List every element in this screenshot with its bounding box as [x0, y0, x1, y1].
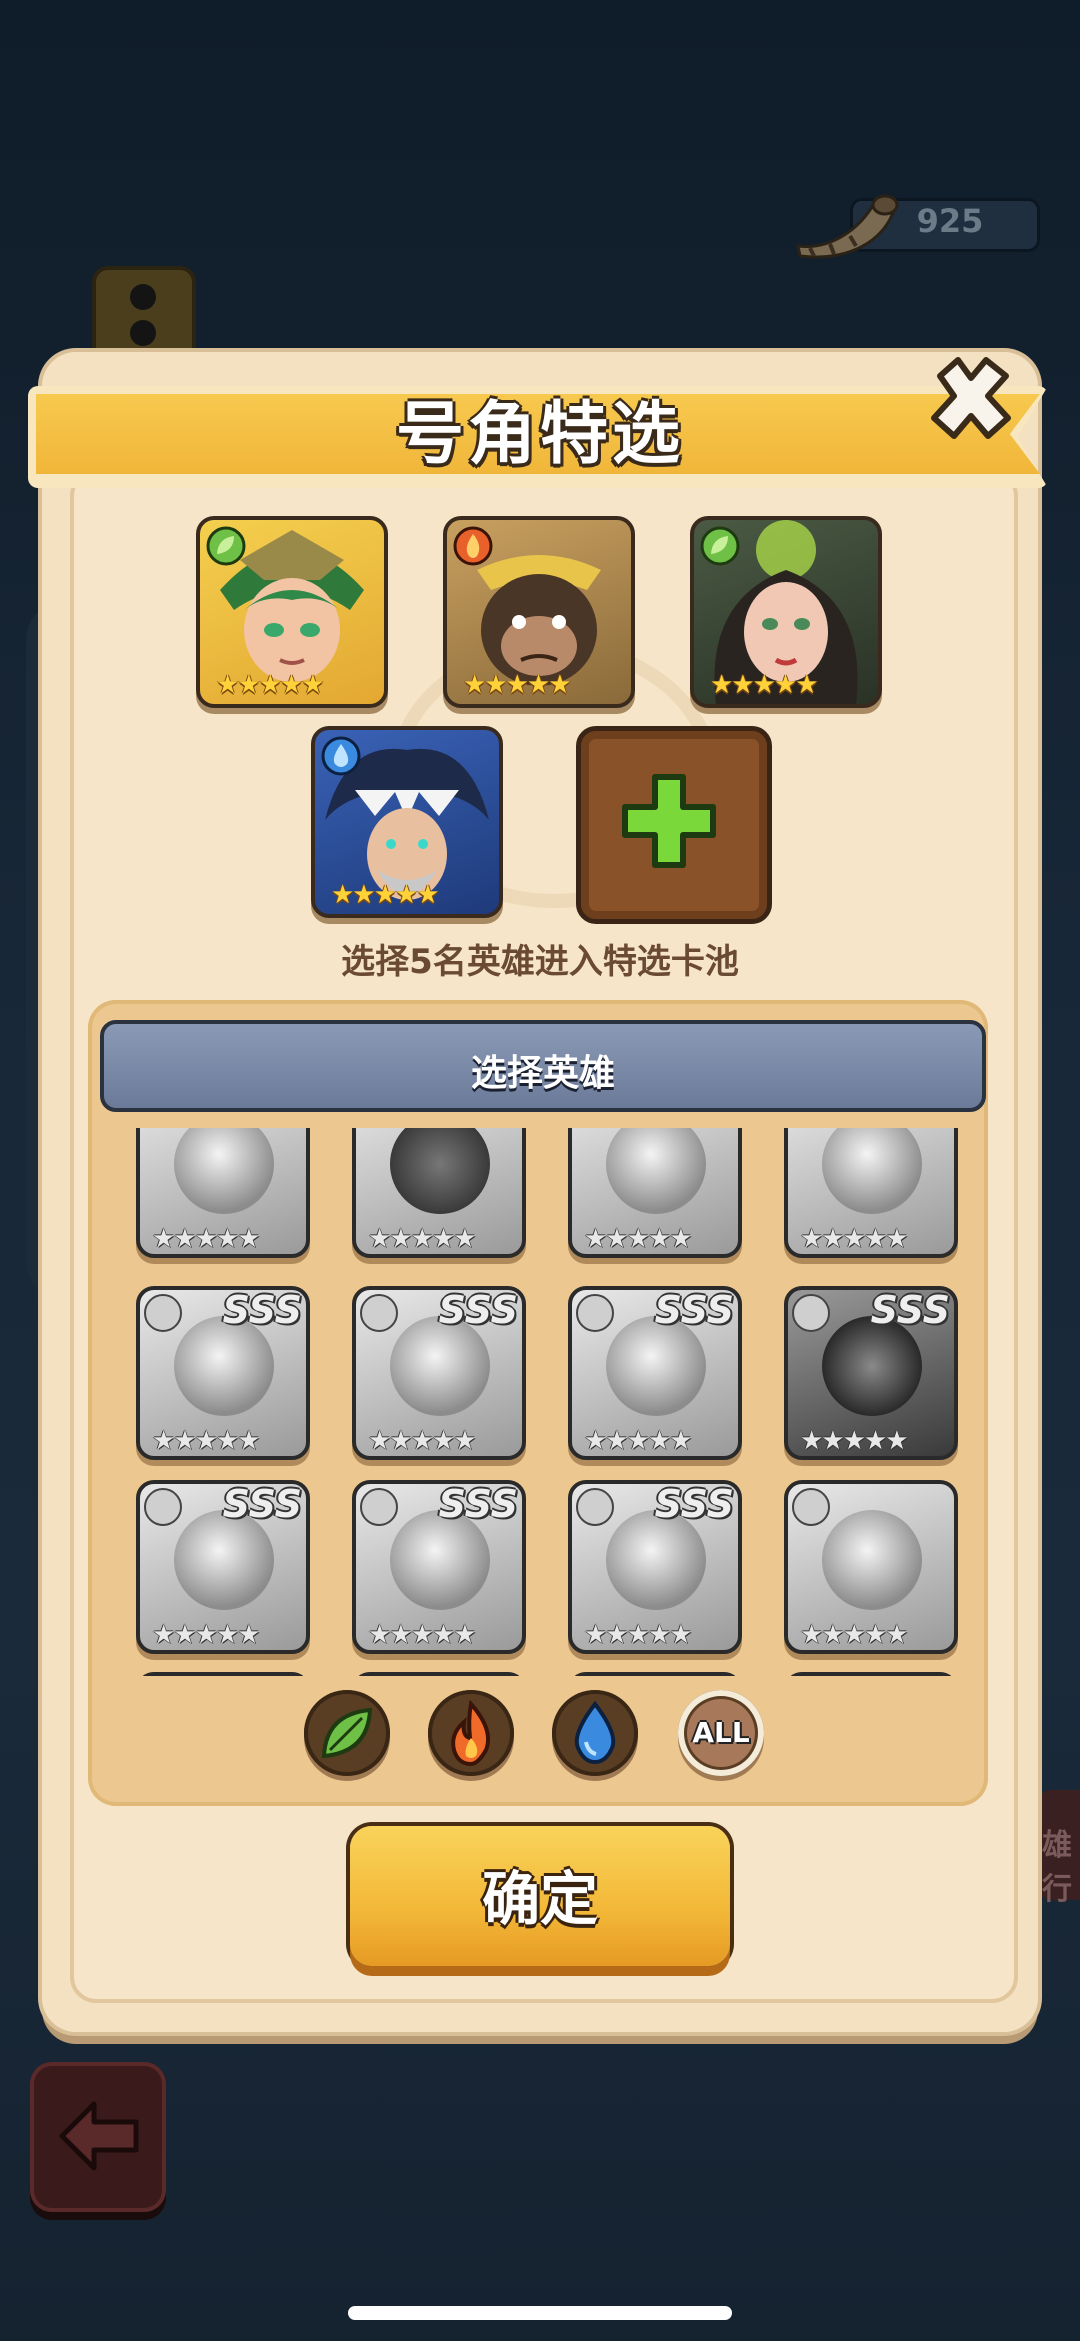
menu-dot-icon	[130, 320, 156, 346]
leaf-element-icon	[700, 526, 740, 566]
water-element-icon	[576, 1488, 614, 1526]
hero-star-rating: ★★★★★	[800, 1224, 909, 1254]
leaf-icon	[321, 1707, 373, 1759]
water-filter-button[interactable]	[552, 1690, 638, 1776]
hero-tile[interactable]	[784, 1672, 958, 1676]
hero-star-rating: ★★★★★	[584, 1426, 693, 1456]
plus-icon	[622, 774, 716, 868]
hero-tile[interactable]: SSS ★★★★★	[784, 1286, 958, 1460]
water-icon	[574, 1700, 616, 1765]
leaf-filter-button[interactable]	[304, 1690, 390, 1776]
selected-hero-card[interactable]: ★★★★★	[443, 516, 635, 708]
hero-grid[interactable]: ★★★★★ ★★★★★ ★★★★★ ★★★★★ SSS ★★★★★ SSS ★★★★…	[120, 1128, 974, 1676]
hero-tile[interactable]: SSS ★★★★★	[352, 1286, 526, 1460]
selected-hero-card[interactable]: ★★★★★	[196, 516, 388, 708]
hero-tile[interactable]: SSS ★★★★★	[136, 1480, 310, 1654]
leaf-element-icon	[206, 526, 246, 566]
rank-badge: SSS	[654, 1288, 734, 1332]
side-tab-label: 雄行	[1042, 1828, 1072, 1907]
water-element-icon	[792, 1488, 830, 1526]
fire-filter-button[interactable]	[428, 1690, 514, 1776]
hero-tile[interactable]: SSS ★★★★★	[568, 1480, 742, 1654]
water-element-icon	[321, 736, 361, 776]
hero-star-rating: ★★★★★	[368, 1224, 477, 1254]
back-arrow-icon	[59, 2101, 139, 2171]
hero-tile[interactable]: SSS ★★★★★	[568, 1286, 742, 1460]
hero-tile[interactable]: SSS ★★★★★	[352, 1480, 526, 1654]
hero-star-rating: ★★★★★	[584, 1620, 693, 1650]
selected-hero-card[interactable]: ★★★★★	[311, 726, 503, 918]
fire-icon	[451, 1699, 491, 1767]
water-element-icon	[360, 1294, 398, 1332]
currency-amount: 925	[916, 202, 984, 240]
back-button[interactable]	[30, 2062, 166, 2212]
hero-tile[interactable]	[136, 1672, 310, 1676]
water-element-icon	[360, 1488, 398, 1526]
selected-hero-card[interactable]: ★★★★★	[690, 516, 882, 708]
all-filter-label: ALL	[692, 1716, 750, 1749]
hero-star-rating: ★★★★★	[152, 1620, 261, 1650]
modal-title: 号角特选	[395, 395, 684, 474]
hero-star-rating: ★★★★★	[152, 1224, 261, 1254]
hero-tile[interactable]: ★★★★★	[784, 1128, 958, 1258]
fire-element-icon	[792, 1294, 830, 1332]
hero-star-rating: ★★★★★	[216, 670, 325, 700]
hero-tile[interactable]	[568, 1672, 742, 1676]
home-indicator	[348, 2306, 732, 2320]
rank-badge: SSS	[870, 1288, 950, 1332]
rank-badge: SSS	[222, 1482, 302, 1526]
hero-tile[interactable]: ★★★★★	[136, 1128, 310, 1258]
add-hero-slot[interactable]	[576, 726, 772, 924]
hero-star-rating: ★★★★★	[368, 1620, 477, 1650]
fire-element-icon	[453, 526, 493, 566]
leaf-element-icon	[144, 1488, 182, 1526]
hero-tile[interactable]: SSS ★★★★★	[136, 1286, 310, 1460]
rank-badge: SSS	[654, 1482, 734, 1526]
background-side-tab: 雄行	[1040, 1790, 1080, 1907]
rank-badge: SSS	[222, 1288, 302, 1332]
horn-icon	[796, 194, 899, 259]
hero-star-rating: ★★★★★	[368, 1426, 477, 1456]
hero-tile[interactable]: ★★★★★	[352, 1128, 526, 1258]
close-icon[interactable]	[924, 352, 1018, 446]
hero-star-rating: ★★★★★	[800, 1426, 909, 1456]
rank-badge: SSS	[438, 1288, 518, 1332]
all-filter-button[interactable]: ALL	[678, 1690, 764, 1776]
selector-header-label: 选择英雄	[470, 1053, 615, 1094]
menu-button[interactable]	[92, 266, 196, 364]
leaf-element-icon	[144, 1294, 182, 1332]
hero-tile[interactable]	[352, 1672, 526, 1676]
fire-element-icon	[576, 1294, 614, 1332]
hero-star-rating: ★★★★★	[800, 1620, 909, 1650]
hero-tile[interactable]: ★★★★★	[568, 1128, 742, 1258]
hero-star-rating: ★★★★★	[710, 670, 819, 700]
hero-star-rating: ★★★★★	[331, 880, 440, 910]
rank-badge: SSS	[438, 1482, 518, 1526]
currency-display: 925	[790, 190, 1045, 260]
selection-hint: 选择5名英雄进入特选卡池	[341, 942, 739, 982]
hero-tile[interactable]: ★★★★★	[784, 1480, 958, 1654]
hero-star-rating: ★★★★★	[584, 1224, 693, 1254]
hero-star-rating: ★★★★★	[152, 1426, 261, 1456]
hero-star-rating: ★★★★★	[463, 670, 572, 700]
confirm-label: 确定	[481, 1865, 598, 1933]
menu-dot-icon	[130, 284, 156, 310]
